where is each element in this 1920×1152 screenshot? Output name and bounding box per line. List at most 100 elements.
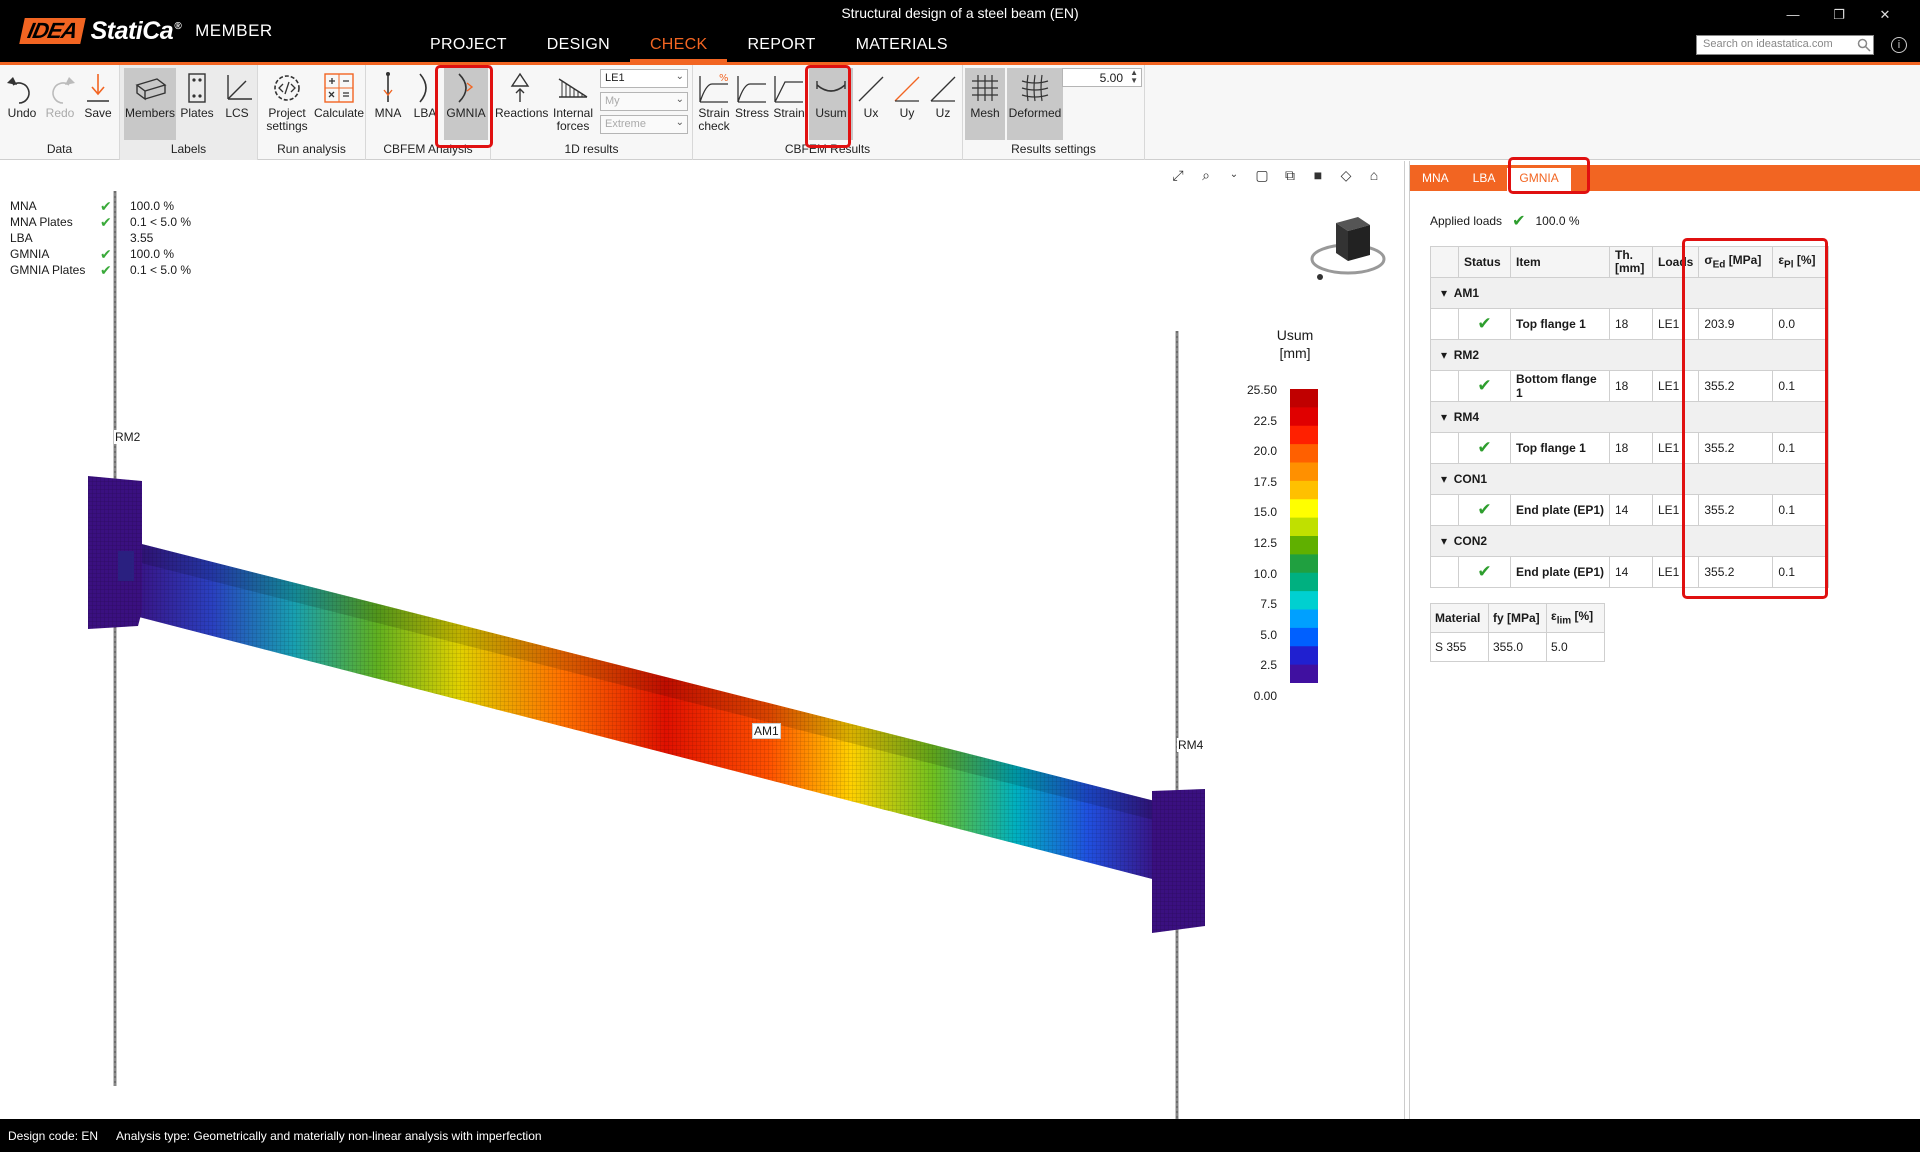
spin-arrows-icon[interactable]: ▲ ▼	[1130, 69, 1138, 85]
strain-check-button[interactable]: % Strain check	[695, 68, 733, 140]
tab-mna[interactable]: MNA	[1410, 165, 1461, 191]
ribbon-group-1d-results: Reactions Internal forces LE1 ⌄ My ⌄ Extre…	[491, 65, 693, 160]
group-row[interactable]: ▾ RM2	[1429, 339, 1830, 371]
uy-button[interactable]: Uy	[889, 68, 925, 140]
table-row[interactable]: ✔ Top flange 1 18 LE1 203.9 0.0	[1430, 308, 1830, 340]
check-icon: ✔	[1458, 556, 1511, 588]
mna-analysis-button[interactable]: MNA	[370, 68, 406, 140]
analysis-type: Analysis type: Geometrically and materia…	[116, 1128, 542, 1143]
view-solid-icon[interactable]: ■	[1308, 166, 1328, 184]
save-button[interactable]: Save	[80, 68, 116, 140]
usum-button[interactable]: Usum	[809, 68, 853, 140]
view-front-icon[interactable]: ▢	[1252, 166, 1272, 184]
redo-button[interactable]: Redo	[42, 68, 78, 140]
undo-icon	[7, 77, 30, 104]
app-logo: IDEA StatiCa® MEMBER	[19, 16, 273, 45]
beam-model[interactable]	[0, 161, 1405, 1119]
results-table: Status Item Th. [mm] Loads σEd [MPa] εPl …	[1429, 246, 1830, 588]
col-status[interactable]: Status	[1458, 246, 1511, 278]
col-item[interactable]: Item	[1510, 246, 1610, 278]
reactions-button[interactable]: Reactions	[495, 68, 548, 140]
undo-button[interactable]: Undo	[4, 68, 40, 140]
table-row[interactable]: ✔ Bottom flange 1 18 LE1 355.2 0.1	[1430, 370, 1830, 402]
nav-tab-design[interactable]: DESIGN	[527, 33, 630, 62]
check-icon: ✔	[100, 261, 112, 278]
nav-tab-report[interactable]: REPORT	[727, 33, 835, 62]
group-row[interactable]: ▾ CON2	[1429, 525, 1830, 557]
info-icon[interactable]: i	[1891, 37, 1907, 53]
logo-statica: StatiCa®	[90, 16, 182, 45]
project-settings-button[interactable]: Project settings	[262, 68, 312, 140]
member-label-am1: AM1	[752, 723, 781, 739]
group-label-cbfem-analysis: CBFEM Analysis	[383, 142, 473, 156]
minimize-button[interactable]: —	[1770, 4, 1816, 26]
uz-button[interactable]: Uz	[925, 68, 961, 140]
strain-check-icon: %	[699, 73, 729, 103]
load-case-select[interactable]: LE1 ⌄	[600, 69, 688, 88]
lcs-axes-icon	[227, 75, 252, 100]
col-material: Material	[1430, 603, 1489, 633]
col-strain[interactable]: εPl [%]	[1772, 246, 1830, 278]
deformed-toggle[interactable]: Deformed	[1007, 68, 1063, 140]
table-row[interactable]: ✔ End plate (EP1) 14 LE1 355.2 0.1	[1430, 494, 1830, 526]
ux-button[interactable]: Ux	[853, 68, 889, 140]
tab-gmnia[interactable]: GMNIA	[1507, 168, 1571, 191]
ribbon-group-run-analysis: Project settings Calculate Run analysis	[258, 65, 366, 160]
stress-button[interactable]: Stress	[733, 68, 771, 140]
uy-icon	[894, 76, 920, 102]
members-label-toggle[interactable]: Members	[124, 68, 176, 140]
group-label-results-settings: Results settings	[1011, 142, 1096, 156]
col-thickness[interactable]: Th. [mm]	[1609, 246, 1653, 278]
view-iso-icon[interactable]: ⧉	[1280, 166, 1300, 184]
check-icon: ✔	[1458, 432, 1511, 464]
nav-tab-check[interactable]: CHECK	[629, 33, 728, 62]
nav-tab-project[interactable]: PROJECT	[410, 33, 527, 62]
col-stress[interactable]: σEd [MPa]	[1698, 246, 1774, 278]
group-row[interactable]: ▾ AM1	[1429, 277, 1830, 309]
ribbon: Undo Redo Save Data Members Plates LCS L…	[0, 65, 1920, 160]
search-icon[interactable]	[1857, 38, 1871, 52]
strain-button[interactable]: Strain	[771, 68, 807, 140]
title-bar: IDEA StatiCa® MEMBER Structural design o…	[0, 0, 1920, 62]
legend-color-band	[1290, 425, 1318, 445]
calculate-button[interactable]: Calculate	[314, 68, 364, 140]
3d-viewport[interactable]: RM2 AM1 RM4 MNA ✔ 100.0 % MNA Plates ✔ 0.1 <…	[0, 161, 1405, 1119]
internal-forces-button[interactable]: Internal forces	[547, 68, 599, 140]
materials-table: Material fy [MPa] εlim [%] S 355 355.0 5…	[1430, 603, 1605, 662]
search-input[interactable]: Search on ideastatica.com	[1696, 35, 1874, 55]
check-icon: ✔	[100, 213, 112, 230]
plates-label-toggle[interactable]: Plates	[178, 68, 216, 140]
legend-tick-label: 17.5	[1253, 474, 1277, 489]
mesh-toggle[interactable]: Mesh	[965, 68, 1005, 140]
lba-analysis-button[interactable]: LBA	[408, 68, 442, 140]
table-row[interactable]: ✔ End plate (EP1) 14 LE1 355.2 0.1	[1430, 556, 1830, 588]
redo-icon	[52, 77, 75, 104]
home-view-icon[interactable]: ⌂	[1364, 166, 1384, 184]
deformation-scale-input[interactable]: 5.00 ▲ ▼	[1062, 68, 1142, 87]
tab-lba[interactable]: LBA	[1461, 165, 1508, 191]
zoom-icon[interactable]: ⌕	[1196, 166, 1216, 184]
legend-color-band	[1290, 646, 1318, 666]
mode-select[interactable]: Extreme ⌄	[600, 115, 688, 134]
zoom-extents-icon[interactable]: ⤢	[1168, 166, 1188, 184]
legend-tick-label: 22.5	[1253, 413, 1277, 428]
nav-tab-materials[interactable]: MATERIALS	[836, 33, 968, 62]
maximize-button[interactable]: ❐	[1816, 4, 1862, 26]
legend-color-band	[1290, 554, 1318, 574]
gmnia-analysis-button[interactable]: GMNIA	[444, 68, 488, 140]
summary-row: MNA ✔ 100.0 %	[10, 197, 175, 214]
close-button[interactable]: ✕	[1862, 4, 1908, 26]
view-perspective-icon[interactable]: ◇	[1336, 166, 1356, 184]
legend-tick-label: 5.0	[1260, 627, 1277, 642]
col-loads[interactable]: Loads	[1651, 246, 1700, 278]
group-row[interactable]: ▾ RM4	[1429, 401, 1830, 433]
legend-color-band	[1290, 609, 1318, 629]
chevron-down-icon[interactable]: ⌄	[1224, 166, 1244, 184]
navigation-cube[interactable]	[1308, 213, 1388, 283]
applied-loads: Applied loads ✔ 100.0 %	[1430, 213, 1580, 230]
lcs-label-toggle[interactable]: LCS	[218, 68, 256, 140]
group-row[interactable]: ▾ CON1	[1429, 463, 1830, 495]
component-select[interactable]: My ⌄	[600, 92, 688, 111]
check-icon: ✔	[1458, 370, 1511, 402]
table-row[interactable]: ✔ Top flange 1 18 LE1 355.2 0.1	[1430, 432, 1830, 464]
